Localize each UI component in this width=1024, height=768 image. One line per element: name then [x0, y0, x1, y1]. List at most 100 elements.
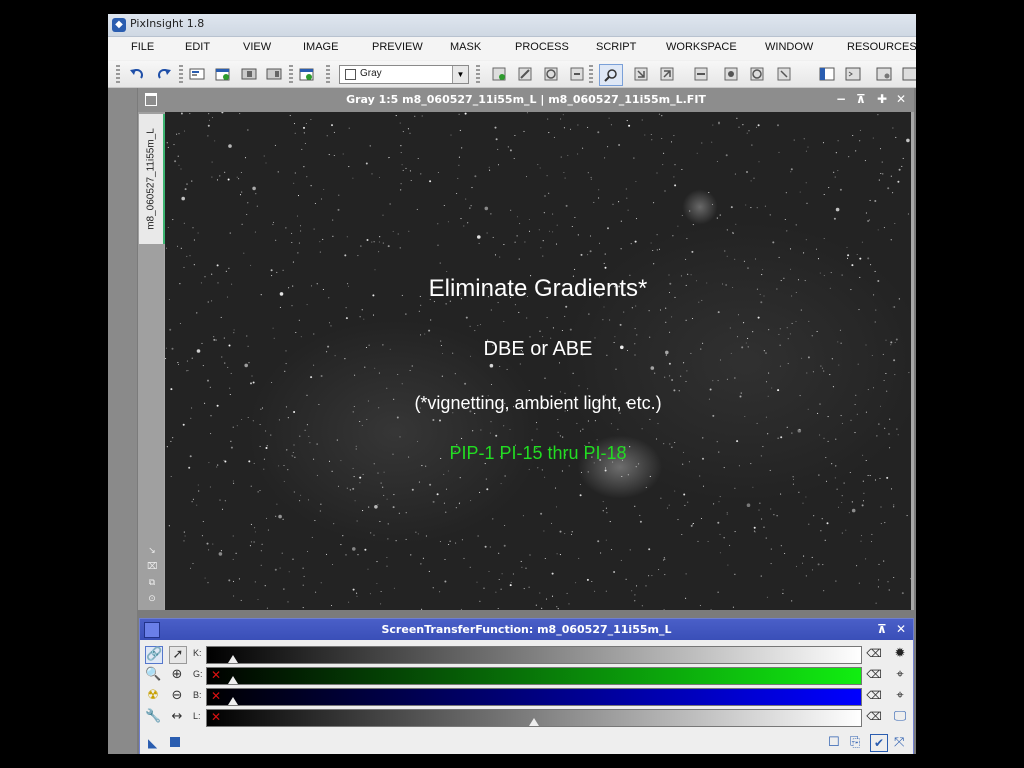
zoom-in-icon[interactable]: ⊕	[169, 667, 185, 683]
image-info-icon[interactable]	[189, 66, 205, 82]
reset-channel-icon[interactable]: ⌫	[866, 647, 882, 661]
channel-label: B:	[193, 690, 202, 700]
process-console-icon[interactable]	[845, 66, 861, 82]
window-close-all-icon[interactable]	[266, 66, 282, 82]
resize-icon[interactable]: ↘	[147, 546, 157, 556]
tile-windows-icon[interactable]	[876, 66, 892, 82]
main-toolbar: Gray ▼	[108, 61, 916, 88]
stf-slider-k[interactable]	[206, 646, 862, 664]
view-tab[interactable]: m8_060527_11i55m_L	[139, 114, 165, 244]
toolbar-grip[interactable]	[326, 65, 330, 83]
crosshair-icon[interactable]: ⌖	[892, 688, 908, 704]
zoom-to-fit-icon[interactable]	[599, 64, 623, 86]
new-image-icon[interactable]	[215, 66, 231, 82]
menu-workspace[interactable]: WORKSPACE	[666, 41, 737, 53]
maximize-icon[interactable]: ✚	[877, 92, 887, 106]
fit-view-icon[interactable]: ⌧	[147, 562, 157, 572]
apply-check-icon[interactable]: ✔	[870, 734, 888, 752]
pan-icon[interactable]	[659, 66, 675, 82]
redo-icon[interactable]	[156, 66, 172, 82]
menu-preview[interactable]: PREVIEW	[372, 41, 423, 53]
colorspace-value: Gray	[360, 68, 382, 79]
apply-global-icon[interactable]	[170, 737, 180, 747]
starfield-image	[165, 112, 911, 610]
explorer-window-icon[interactable]	[819, 66, 835, 82]
midtone-marker[interactable]	[228, 697, 239, 705]
mask-remove-icon[interactable]	[569, 66, 585, 82]
target-icon[interactable]: ⊙	[147, 594, 157, 604]
monitor-icon[interactable]: 🖵	[892, 709, 908, 725]
shade-icon[interactable]: ⊼	[877, 622, 887, 636]
menu-view[interactable]: VIEW	[243, 41, 271, 53]
menu-resources[interactable]: RESOURCES	[847, 41, 916, 53]
toolbar-grip[interactable]	[476, 65, 480, 83]
mask-edit-icon[interactable]	[517, 66, 533, 82]
clone-icon[interactable]: ⧉	[147, 578, 157, 588]
image-window-sidebar: m8_060527_11i55m_L ↘ ⌧ ⧉ ⊙	[138, 112, 165, 610]
new-instance-icon[interactable]: ◣	[148, 736, 157, 750]
zoom-icon[interactable]: 🔍	[145, 667, 161, 683]
browse-documentation-icon[interactable]: ☐	[828, 735, 840, 750]
minimize-icon[interactable]: −	[836, 92, 846, 106]
menu-script[interactable]: SCRIPT	[596, 41, 636, 53]
new-preview-icon[interactable]	[299, 66, 315, 82]
toolbar-grip[interactable]	[116, 65, 120, 83]
stf-reset-icon[interactable]	[749, 66, 765, 82]
toolbar-grip[interactable]	[289, 65, 293, 83]
window-restore-icon[interactable]	[241, 66, 257, 82]
wrench-icon[interactable]: 🔧	[145, 709, 161, 725]
horizontal-arrows-icon[interactable]: ↔	[169, 709, 185, 725]
image-viewport[interactable]: Eliminate Gradients* DBE or ABE (*vignet…	[165, 112, 911, 610]
stf-disable-icon[interactable]	[776, 66, 792, 82]
stf-panel: ScreenTransferFunction: m8_060527_11i55m…	[139, 618, 914, 754]
channel-label: K:	[193, 648, 202, 658]
channel-disabled-icon: ✕	[211, 668, 222, 682]
stf-titlebar[interactable]: ScreenTransferFunction: m8_060527_11i55m…	[140, 619, 913, 640]
menu-edit[interactable]: EDIT	[185, 41, 210, 53]
toolbar-grip[interactable]	[589, 65, 593, 83]
stf-row-l: 🔧 ↔ L: ✕ ⌫ 🖵	[140, 708, 913, 727]
readout-icon[interactable]	[633, 66, 649, 82]
menu-window[interactable]: WINDOW	[765, 41, 813, 53]
mask-create-icon[interactable]	[491, 66, 507, 82]
close-icon[interactable]: ✕	[896, 622, 906, 636]
link-channels-icon[interactable]: 🔗	[145, 646, 163, 664]
track-view-icon[interactable]: ⎘	[850, 735, 860, 750]
menu-process[interactable]: PROCESS	[515, 41, 569, 53]
reset-channel-icon[interactable]: ⌫	[866, 710, 882, 724]
channel-disabled-icon: ✕	[211, 710, 222, 724]
undo-icon[interactable]	[129, 66, 145, 82]
mask-invert-icon[interactable]	[543, 66, 559, 82]
zoom-out-icon[interactable]: ⊖	[169, 688, 185, 704]
reset-channel-icon[interactable]: ⌫	[866, 689, 882, 703]
reset-channel-icon[interactable]: ⌫	[866, 668, 882, 682]
channel-label: L:	[193, 711, 201, 721]
close-icon[interactable]: ✕	[896, 92, 906, 106]
stf-slider-l[interactable]: ✕	[206, 709, 862, 727]
midtone-marker[interactable]	[228, 655, 239, 663]
radiation-icon[interactable]: ☢	[145, 688, 161, 704]
chevron-down-icon[interactable]: ▼	[452, 66, 468, 83]
midtone-marker[interactable]	[228, 676, 239, 684]
stf-link-icon[interactable]	[693, 66, 709, 82]
colorspace-select[interactable]: Gray ▼	[339, 65, 469, 84]
shade-icon[interactable]: ⊼	[856, 92, 866, 106]
menu-mask[interactable]: MASK	[450, 41, 481, 53]
midtone-marker[interactable]	[529, 718, 539, 726]
menu-file[interactable]: FILE	[131, 41, 154, 53]
stf-auto-icon[interactable]	[723, 66, 739, 82]
stf-bottom-bar: ◣ ☐ ⎘ ✔ ⤧	[140, 733, 913, 754]
slide-heading: Eliminate Gradients*	[428, 275, 648, 302]
workspace: Gray 1:5 m8_060527_11i55m_L | m8_060527_…	[108, 88, 916, 754]
pointer-icon[interactable]: ➚	[169, 646, 187, 664]
crosshair-icon[interactable]: ⌖	[892, 667, 908, 683]
stf-slider-g[interactable]: ✕	[206, 667, 862, 685]
toolbar-grip[interactable]	[179, 65, 183, 83]
auto-stretch-icon[interactable]: ✹	[892, 646, 908, 662]
stf-slider-b[interactable]: ✕	[206, 688, 862, 706]
menu-image[interactable]: IMAGE	[303, 41, 338, 53]
channel-disabled-icon: ✕	[211, 689, 222, 703]
reset-icon[interactable]: ⤧	[894, 735, 904, 750]
cascade-windows-icon[interactable]	[902, 66, 916, 82]
image-window-titlebar[interactable]: Gray 1:5 m8_060527_11i55m_L | m8_060527_…	[138, 88, 914, 112]
